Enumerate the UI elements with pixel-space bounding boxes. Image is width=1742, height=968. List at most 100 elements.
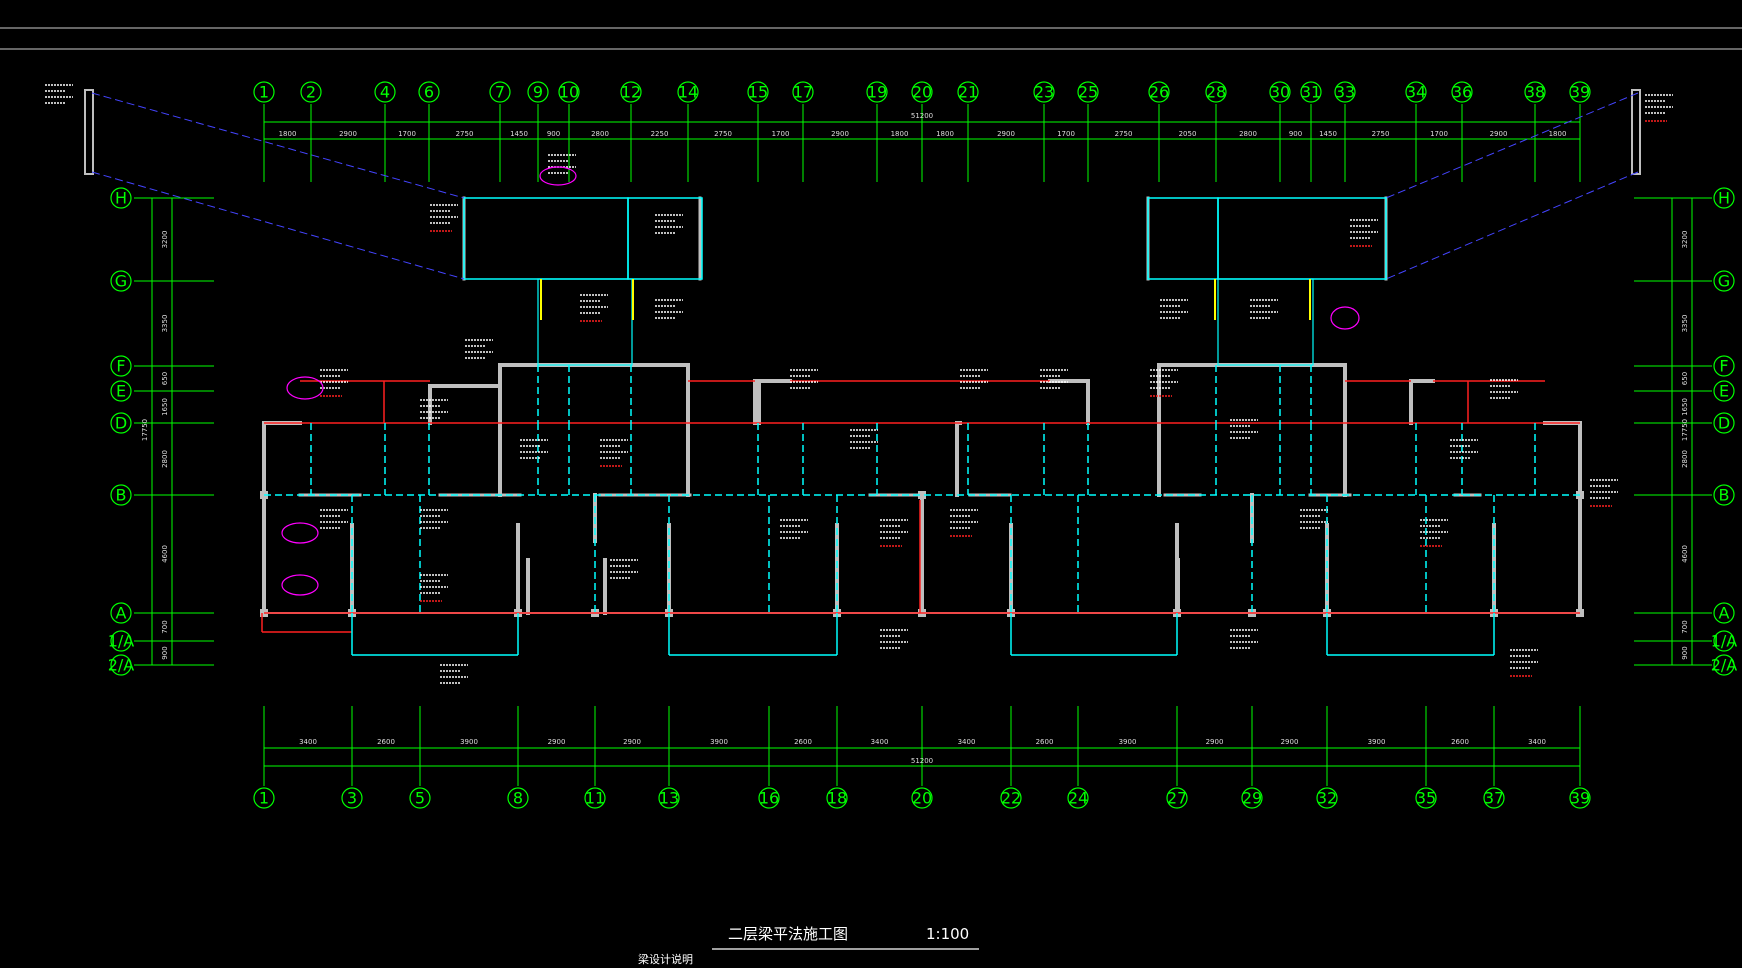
- top-dim-value: 2900: [831, 130, 849, 138]
- bottom-dim-value: 3900: [1119, 738, 1137, 746]
- top-dim-value: 1450: [1319, 130, 1337, 138]
- top-dim-value: 2750: [1115, 130, 1133, 138]
- bottom-axis-label: 3: [347, 789, 357, 808]
- left-row-dim: 650: [161, 372, 169, 385]
- drawing-scale: 1:100: [926, 925, 969, 943]
- left-row-dim: 1650: [161, 398, 169, 416]
- top-axis-label: 38: [1525, 83, 1545, 102]
- top-dim-value: 1800: [891, 130, 909, 138]
- bottom-axis-label: 16: [759, 789, 779, 808]
- row-axis-label-left: H: [115, 189, 127, 208]
- right-row-dim: 2800: [1681, 450, 1689, 468]
- top-axis-label: 17: [793, 83, 813, 102]
- top-dim-value: 1800: [1549, 130, 1567, 138]
- top-axis-label: 15: [748, 83, 768, 102]
- top-axis-label: 23: [1034, 83, 1054, 102]
- top-dim-value: 2800: [1239, 130, 1257, 138]
- bottom-dim-value: 2900: [1206, 738, 1224, 746]
- top-dim-value: 2250: [651, 130, 669, 138]
- structure-walls: [84, 89, 1641, 617]
- row-axis-label-left: F: [116, 357, 125, 376]
- row-axis-label-right: B: [1719, 486, 1730, 505]
- bottom-dim-value: 3400: [871, 738, 889, 746]
- left-row-dim: 700: [161, 620, 169, 633]
- top-axis-label: 31: [1301, 83, 1321, 102]
- top-axis-label: 9: [533, 83, 543, 102]
- bottom-dim-value: 3900: [1368, 738, 1386, 746]
- top-axis-label: 2: [306, 83, 316, 102]
- top-dim-value: 2750: [1372, 130, 1390, 138]
- leader-line: [1385, 92, 1639, 199]
- revision-cloud: [281, 574, 319, 596]
- beam-plan-drawing: 1 2 4 6 7 9 10 12 14 15 17 19 20 21 23 25 26 28 30 31 33 34 36…: [0, 27, 1742, 966]
- row-axis-label-right: F: [1719, 357, 1728, 376]
- bottom-axis-label: 5: [415, 789, 425, 808]
- bottom-dim-value: 2600: [1036, 738, 1054, 746]
- top-axis-label: 34: [1406, 83, 1426, 102]
- top-dim-value: 2800: [591, 130, 609, 138]
- bottom-axis-label: 22: [1001, 789, 1021, 808]
- top-axis-label: 36: [1452, 83, 1472, 102]
- row-axis-label-right: 2/A: [1711, 656, 1738, 675]
- bottom-axis-label: 18: [827, 789, 847, 808]
- drawing-subtitle: 梁设计说明: [638, 952, 693, 966]
- top-axis-label: 4: [380, 83, 390, 102]
- top-dim-value: 1700: [398, 130, 416, 138]
- row-axis-label-left: 1/A: [108, 632, 135, 651]
- bottom-axis-label: 39: [1570, 789, 1590, 808]
- row-axis-label-right: D: [1718, 414, 1730, 433]
- bottom-axis-label: 27: [1167, 789, 1187, 808]
- revision-cloud: [539, 166, 577, 186]
- row-axis-label-left: A: [116, 604, 127, 623]
- drawing-title: 二层梁平法施工图: [728, 925, 848, 943]
- top-axis-label: 12: [621, 83, 641, 102]
- top-dim-value: 2900: [997, 130, 1015, 138]
- top-dim-value: 2900: [339, 130, 357, 138]
- row-axis-label-left: 2/A: [108, 656, 135, 675]
- right-row-dim: 650: [1681, 372, 1689, 385]
- right-row-dim: 700: [1681, 620, 1689, 633]
- top-axis-label: 39: [1570, 83, 1590, 102]
- left-row-dim: 900: [161, 646, 169, 659]
- axis-labels: 1 2 4 6 7 9 10 12 14 15 17 19 20 21 23 25 26 28 30 31 33 34 36…: [108, 81, 1738, 809]
- bottom-dim-value: 2900: [623, 738, 641, 746]
- top-dim-value: 1800: [279, 130, 297, 138]
- top-dim-value: 2050: [1179, 130, 1197, 138]
- top-dim-value: 1700: [1430, 130, 1448, 138]
- bottom-axis-label: 11: [585, 789, 605, 808]
- drawing-frame: [0, 27, 1742, 50]
- bottom-axis-label: 13: [659, 789, 679, 808]
- row-axis-label-right: 1/A: [1711, 632, 1738, 651]
- right-row-dim: 3350: [1681, 315, 1689, 333]
- top-dim-value: 1700: [772, 130, 790, 138]
- top-dim-value: 1700: [1057, 130, 1075, 138]
- top-dim-value: 900: [547, 130, 560, 138]
- bottom-dim-value: 2600: [1451, 738, 1469, 746]
- bottom-axis-label: 37: [1484, 789, 1504, 808]
- top-axis-label: 19: [867, 83, 887, 102]
- left-row-dim: 3350: [161, 315, 169, 333]
- bottom-axis-label: 8: [513, 789, 523, 808]
- row-axis-label-left: E: [116, 382, 126, 401]
- leader-line: [1385, 171, 1639, 280]
- revision-cloud: [281, 522, 319, 544]
- bottom-dim-value: 3900: [710, 738, 728, 746]
- left-row-dim: 3200: [161, 231, 169, 249]
- row-axis-label-left: D: [115, 414, 127, 433]
- bottom-dim-value: 2900: [1281, 738, 1299, 746]
- axis-grid: [134, 104, 1712, 786]
- row-axis-label-right: H: [1718, 189, 1730, 208]
- row-axis-label-left: B: [116, 486, 127, 505]
- side-section: [1631, 89, 1641, 175]
- top-axis-label: 10: [559, 83, 579, 102]
- beam-annotations: [45, 84, 1673, 684]
- top-axis-label: 6: [424, 83, 434, 102]
- row-axis-label-right: E: [1719, 382, 1729, 401]
- bottom-dim-value: 3900: [460, 738, 478, 746]
- leader-line: [91, 92, 465, 199]
- room-outline: [463, 197, 629, 280]
- row-axis-label-left: G: [115, 272, 127, 291]
- top-dim-value: 1800: [936, 130, 954, 138]
- top-dim-value: 2750: [714, 130, 732, 138]
- top-axis-label: 1: [259, 83, 269, 102]
